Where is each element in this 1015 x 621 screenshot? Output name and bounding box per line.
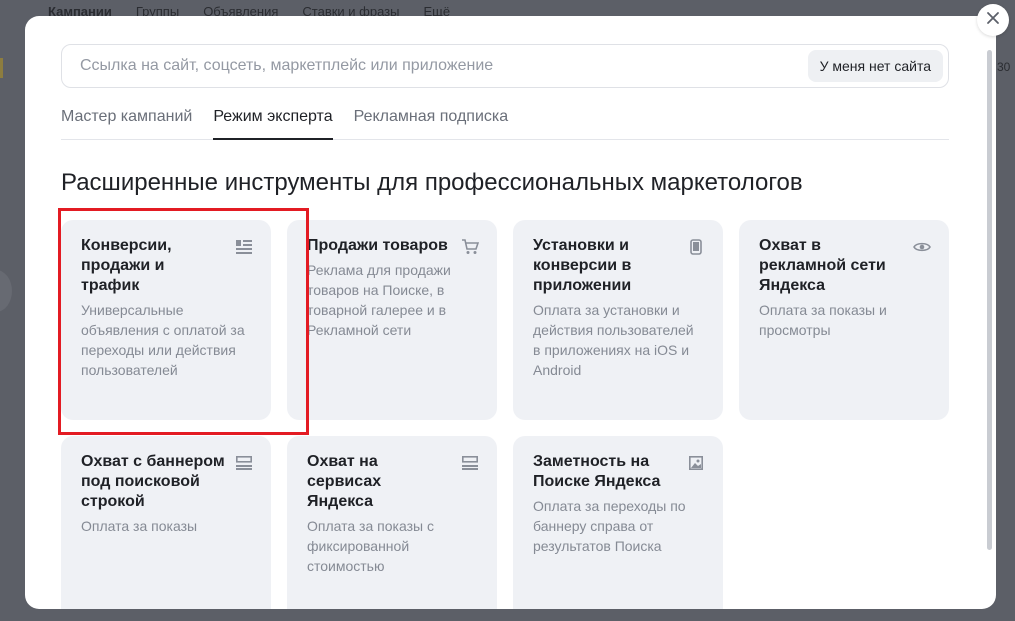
close-icon xyxy=(986,11,1000,30)
card-yandex-services[interactable]: Охват на сервисах Яндекса Оплата за пока… xyxy=(287,436,497,609)
card-product-sales[interactable]: Продажи товаров Реклама для продажи това… xyxy=(287,220,497,420)
card-title: Заметность на Поиске Яндекса xyxy=(533,453,661,490)
card-description: Оплата за показы и просмотры xyxy=(759,302,887,338)
card-description: Оплата за переходы по баннеру справа от … xyxy=(533,498,686,554)
eye-icon xyxy=(913,238,931,256)
cart-icon xyxy=(461,238,479,256)
background-marker xyxy=(0,58,3,78)
image-icon xyxy=(687,454,705,472)
card-description: Универсальные объявления с оплатой за пе… xyxy=(81,302,245,378)
card-search-visibility[interactable]: Заметность на Поиске Яндекса Оплата за п… xyxy=(513,436,723,609)
section-title: Расширенные инструменты для профессионал… xyxy=(61,169,803,196)
card-title: Охват на сервисах Яндекса xyxy=(307,453,382,510)
card-app-installs[interactable]: Установки и конверсии в приложении Оплат… xyxy=(513,220,723,420)
card-title: Конверсии, продажи и трафик xyxy=(81,237,172,294)
phone-icon xyxy=(687,238,705,256)
tab-ad-subscription[interactable]: Рекламная подписка xyxy=(354,100,509,140)
banner-icon xyxy=(235,454,253,472)
site-url-input[interactable] xyxy=(80,57,808,75)
list-icon xyxy=(235,238,253,256)
tab-campaign-master[interactable]: Мастер кампаний xyxy=(61,100,192,140)
close-button[interactable] xyxy=(977,4,1009,36)
card-conversions[interactable]: Конверсии, продажи и трафик Универсальны… xyxy=(61,220,271,420)
url-bar: У меня нет сайта xyxy=(61,44,949,88)
card-description: Оплата за установки и действия пользоват… xyxy=(533,302,694,378)
campaign-type-modal: У меня нет сайта Мастер кампаний Режим э… xyxy=(25,16,996,609)
card-network-reach[interactable]: Охват в рекламной сети Яндекса Оплата за… xyxy=(739,220,949,420)
card-title: Охват с баннером под поисковой строкой xyxy=(81,453,225,510)
modal-scrollbar[interactable] xyxy=(987,50,992,550)
card-description: Реклама для продажи товаров на Поиске, в… xyxy=(307,262,451,338)
campaign-cards: Конверсии, продажи и трафик Универсальны… xyxy=(61,220,949,609)
card-title: Продажи товаров xyxy=(307,237,448,254)
card-description: Оплата за показы xyxy=(81,518,198,534)
no-site-button[interactable]: У меня нет сайта xyxy=(807,50,943,82)
card-title: Охват в рекламной сети Яндекса xyxy=(759,237,886,294)
card-title: Установки и конверсии в приложении xyxy=(533,237,632,294)
card-description: Оплата за показы с фиксированной стоимос… xyxy=(307,518,434,574)
background-circle xyxy=(0,270,12,312)
tab-expert-mode[interactable]: Режим эксперта xyxy=(213,100,333,140)
banner-icon xyxy=(461,454,479,472)
mode-tabs: Мастер кампаний Режим эксперта Рекламная… xyxy=(61,100,949,140)
card-banner-search[interactable]: Охват с баннером под поисковой строкой О… xyxy=(61,436,271,609)
background-right-text: 30 xyxy=(997,60,1011,74)
